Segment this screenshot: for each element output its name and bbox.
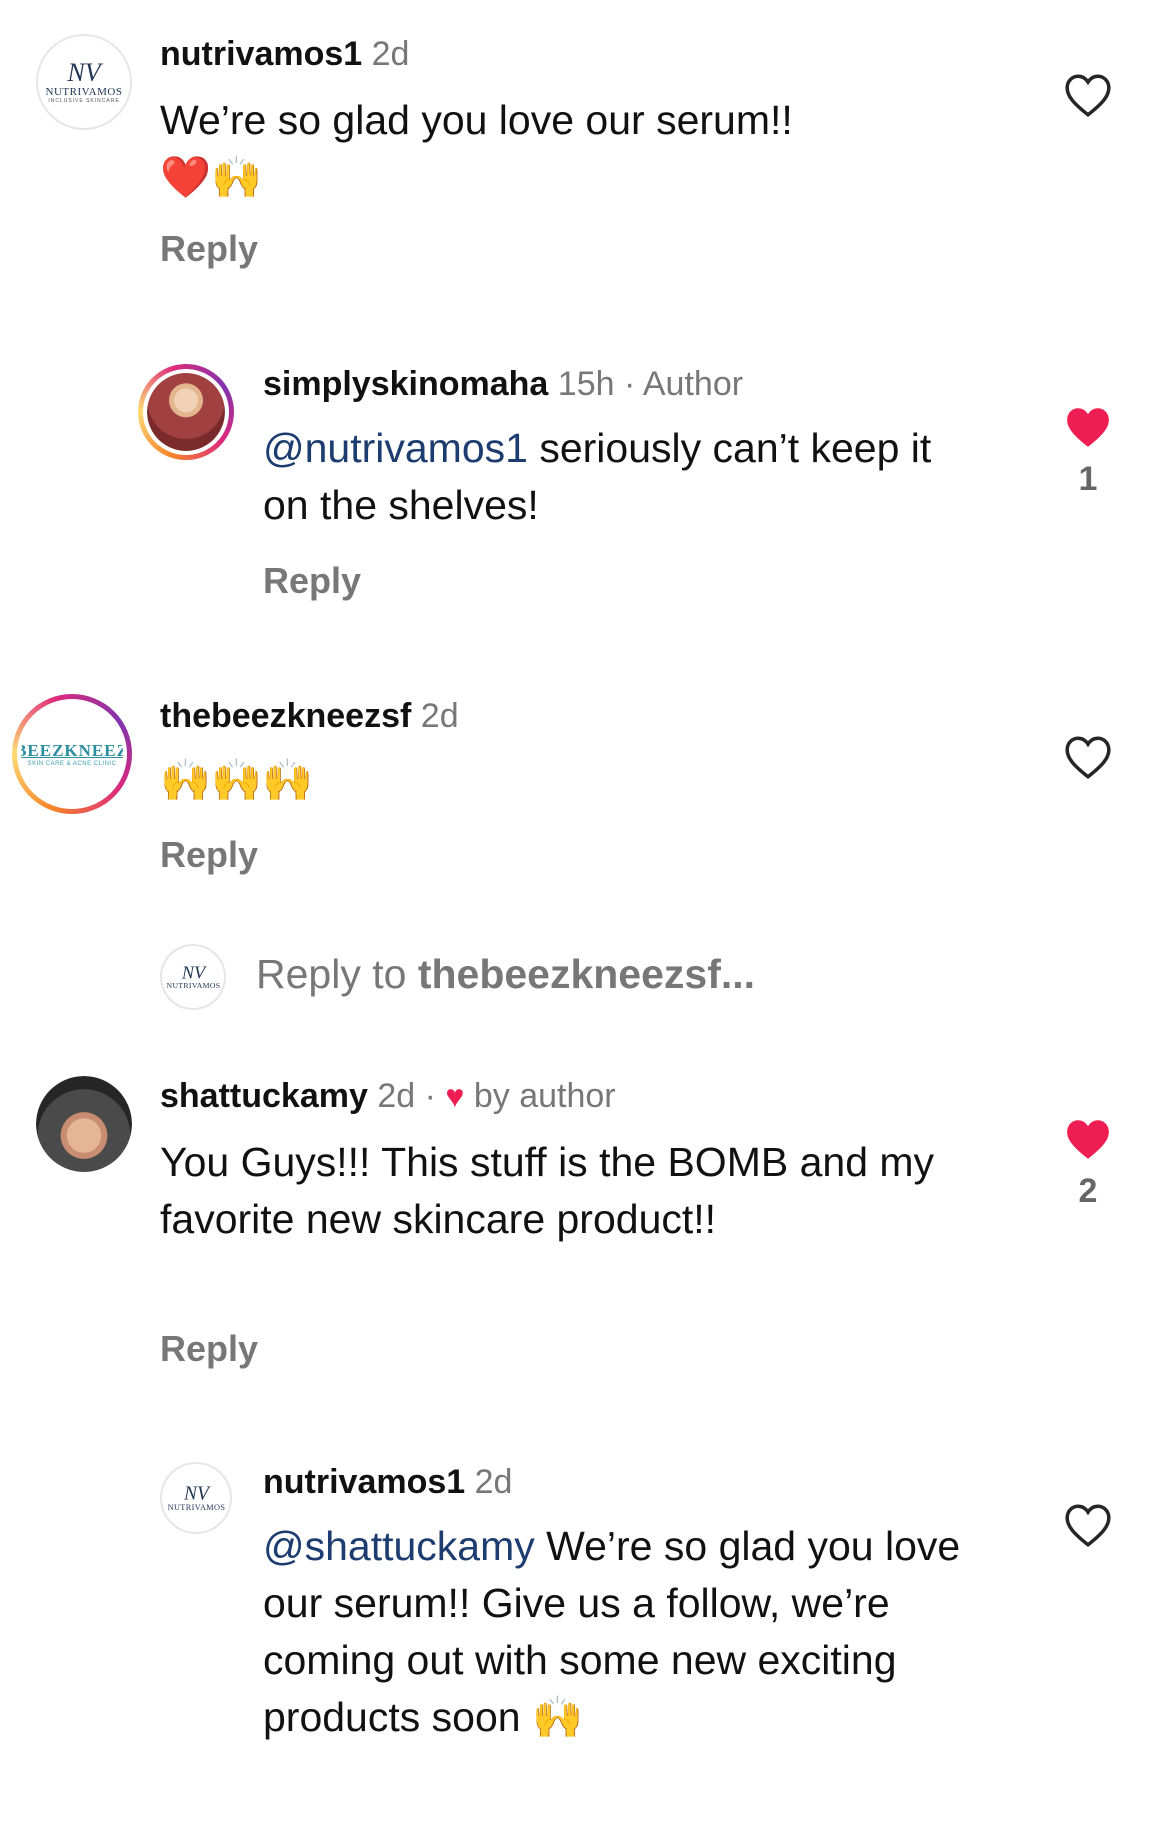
profile-photo xyxy=(36,1076,132,1172)
nutrivamos-logo: NV NUTRIVAMOS xyxy=(167,1482,225,1513)
timestamp: 15h xyxy=(557,365,615,403)
like-button[interactable]: 1 xyxy=(1060,404,1116,499)
avatar[interactable]: NV NUTRIVAMOS xyxy=(160,1462,232,1534)
heart-small-icon: ♥ xyxy=(445,1078,465,1114)
timestamp: 2d xyxy=(474,1463,513,1501)
timestamp: 2d xyxy=(377,1077,416,1115)
heart-filled-icon xyxy=(1067,1120,1109,1159)
comment-meta: thebeezkneezsf 2d xyxy=(160,694,459,738)
comment-meta: simplyskinomaha 15h · Author xyxy=(263,362,743,406)
like-count: 2 xyxy=(1078,1172,1098,1210)
avatar: NV NUTRIVAMOS xyxy=(160,944,226,1010)
like-button[interactable] xyxy=(1060,72,1116,118)
username[interactable]: shattuckamy xyxy=(160,1077,368,1115)
comment-meta: nutrivamos1 2d xyxy=(160,32,409,76)
like-count: 1 xyxy=(1078,460,1098,498)
comment-meta: shattuckamy 2d · ♥ by author xyxy=(160,1077,616,1115)
beezkneez-logo: BEEZKNEEZ SKIN CARE & ACNE CLINIC xyxy=(17,741,127,767)
comment-text: You Guys!!! This stuff is the BOMB and m… xyxy=(160,1139,935,1242)
nutrivamos-logo: NV NUTRIVAMOS xyxy=(166,962,220,991)
profile-photo xyxy=(147,373,225,451)
comment-text: @shattuckamy We’re so glad you love our … xyxy=(263,1523,961,1741)
comment-text: @nutrivamos1 seriously can’t keep it on … xyxy=(263,425,932,528)
heart-outline-icon xyxy=(1065,736,1111,780)
emoji-group: 🙌 xyxy=(531,1693,584,1741)
avatar[interactable]: BEEZKNEEZ SKIN CARE & ACNE CLINIC xyxy=(12,694,132,814)
like-button[interactable]: 2 xyxy=(1060,1116,1116,1211)
comment-emojis: 🙌🙌🙌 xyxy=(160,756,314,804)
username[interactable]: nutrivamos1 xyxy=(263,1463,465,1501)
nutrivamos-logo: NV NUTRIVAMOS INCLUSIVE SKINCARE xyxy=(45,58,123,105)
reply-button[interactable]: Reply xyxy=(160,834,258,876)
comment-text: We’re so glad you love our serum!! ❤️🙌 xyxy=(160,97,793,201)
heart-outline-icon xyxy=(1065,74,1111,118)
reply-button[interactable]: Reply xyxy=(160,1328,258,1370)
username[interactable]: simplyskinomaha xyxy=(263,365,548,403)
emoji-group: ❤️🙌 xyxy=(160,153,263,201)
comment-meta: nutrivamos1 2d xyxy=(263,1460,512,1504)
timestamp: 2d xyxy=(420,697,459,735)
mention-link[interactable]: @shattuckamy xyxy=(263,1523,535,1569)
username[interactable]: thebeezkneezsf xyxy=(160,697,411,735)
author-badge: · Author xyxy=(614,365,744,403)
reply-button[interactable]: Reply xyxy=(263,560,361,602)
like-button[interactable] xyxy=(1060,734,1116,780)
reply-button[interactable]: Reply xyxy=(160,228,258,270)
avatar[interactable] xyxy=(138,364,234,460)
heart-outline-icon xyxy=(1065,1504,1111,1548)
timestamp: 2d xyxy=(371,35,410,73)
reply-to-text[interactable]: Reply to thebeezkneezsf... xyxy=(256,944,755,1004)
liked-by-author: by author xyxy=(473,1077,616,1115)
avatar[interactable]: NV NUTRIVAMOS INCLUSIVE SKINCARE xyxy=(36,34,132,130)
heart-filled-icon xyxy=(1067,408,1109,447)
like-button[interactable] xyxy=(1060,1502,1116,1548)
username[interactable]: nutrivamos1 xyxy=(160,35,362,73)
mention-link[interactable]: @nutrivamos1 xyxy=(263,425,528,471)
avatar[interactable] xyxy=(36,1076,132,1172)
reply-to-thread[interactable]: NV NUTRIVAMOS Reply to thebeezkneezsf... xyxy=(0,944,1170,1014)
